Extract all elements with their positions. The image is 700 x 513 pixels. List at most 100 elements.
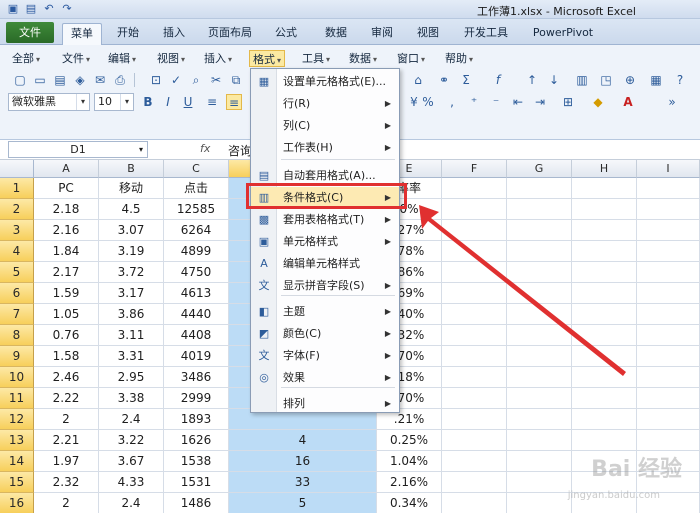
tab-insert[interactable]: 插入 [154, 23, 194, 45]
cell[interactable] [637, 283, 700, 304]
cell[interactable] [572, 220, 637, 241]
email-icon[interactable]: ✉ [92, 72, 108, 88]
cell[interactable]: 3.11 [99, 325, 164, 346]
tab-page-layout[interactable]: 页面布局 [200, 23, 260, 45]
sort-descending-icon[interactable]: ↓ [546, 72, 562, 88]
cell[interactable] [442, 346, 507, 367]
cell[interactable] [572, 325, 637, 346]
cell[interactable]: 4440 [164, 304, 229, 325]
hyperlink-icon[interactable]: ⚭ [436, 72, 452, 88]
cell[interactable]: 3.31 [99, 346, 164, 367]
cell[interactable]: 1626 [164, 430, 229, 451]
spell-check-icon[interactable]: ✓ [168, 72, 184, 88]
column-header[interactable]: G [507, 160, 572, 178]
borders-icon[interactable]: ⊞ [560, 94, 576, 110]
cell[interactable]: 2.46 [34, 367, 99, 388]
menu-all[interactable]: 全部 ▾ [12, 50, 40, 67]
cell[interactable] [637, 241, 700, 262]
cell[interactable]: 1531 [164, 472, 229, 493]
print-preview-icon[interactable]: ⊡ [148, 72, 164, 88]
row-header[interactable]: 9 [0, 346, 34, 367]
tab-view[interactable]: 视图 [408, 23, 448, 45]
cell[interactable]: 1538 [164, 451, 229, 472]
cell[interactable]: 1486 [164, 493, 229, 513]
row-header[interactable]: 6 [0, 283, 34, 304]
cell[interactable] [507, 325, 572, 346]
cell[interactable]: 1.04% [377, 451, 442, 472]
cell[interactable] [572, 388, 637, 409]
cell[interactable]: 1.84 [34, 241, 99, 262]
cut-icon[interactable]: ✂ [208, 72, 224, 88]
cell[interactable]: PC [34, 178, 99, 199]
row-header[interactable]: 11 [0, 388, 34, 409]
cell[interactable]: 4 [229, 430, 377, 451]
cell[interactable]: 3.19 [99, 241, 164, 262]
cell[interactable] [572, 430, 637, 451]
cell[interactable] [507, 304, 572, 325]
cell[interactable]: 3.07 [99, 220, 164, 241]
column-header[interactable]: F [442, 160, 507, 178]
row-header[interactable]: 14 [0, 451, 34, 472]
cell[interactable] [572, 367, 637, 388]
cell[interactable]: 1893 [164, 409, 229, 430]
cell[interactable]: 2.4 [99, 493, 164, 513]
zoom-icon[interactable]: ⊕ [622, 72, 638, 88]
cell[interactable] [572, 241, 637, 262]
cell[interactable]: 2.18 [34, 199, 99, 220]
cell[interactable]: 3.38 [99, 388, 164, 409]
cell[interactable] [637, 178, 700, 199]
decrease-decimal-icon[interactable]: ⁻ [488, 94, 504, 110]
undo-icon[interactable]: ↶ [42, 2, 56, 16]
cell[interactable]: 4.33 [99, 472, 164, 493]
cell[interactable] [507, 367, 572, 388]
cell[interactable]: 2 [34, 493, 99, 513]
format-menu-item[interactable]: 文字体(F) ▶ [251, 345, 399, 367]
row-header[interactable]: 15 [0, 472, 34, 493]
save-icon[interactable]: ▤ [52, 72, 68, 88]
cell[interactable] [507, 283, 572, 304]
menu-help[interactable]: 帮助 ▾ [445, 50, 473, 67]
cell[interactable] [442, 388, 507, 409]
cell[interactable] [442, 472, 507, 493]
tab-menu[interactable]: 菜单 [62, 23, 102, 46]
bold-icon[interactable]: B [140, 94, 156, 110]
column-header[interactable]: B [99, 160, 164, 178]
cell[interactable] [637, 409, 700, 430]
cell[interactable]: 3.72 [99, 262, 164, 283]
row-header[interactable]: 2 [0, 199, 34, 220]
redo-icon[interactable]: ↷ [60, 2, 74, 16]
cell[interactable] [442, 304, 507, 325]
cell[interactable] [442, 241, 507, 262]
cell[interactable]: 2.22 [34, 388, 99, 409]
help-icon[interactable]: ? [672, 72, 688, 88]
cell[interactable] [507, 409, 572, 430]
percent-icon[interactable]: % [420, 94, 436, 110]
format-menu-item[interactable]: ▣ 单元格样式 ▶ [251, 231, 399, 253]
menu-view[interactable]: 视图 ▾ [157, 50, 185, 67]
cell[interactable] [442, 199, 507, 220]
row-header[interactable]: 8 [0, 325, 34, 346]
cell[interactable] [507, 199, 572, 220]
cell[interactable] [637, 304, 700, 325]
cell[interactable] [507, 220, 572, 241]
tab-file[interactable]: 文件 [6, 22, 54, 43]
cell[interactable] [637, 388, 700, 409]
cell[interactable] [442, 367, 507, 388]
column-header[interactable]: H [572, 160, 637, 178]
cell[interactable]: 16 [229, 451, 377, 472]
cell[interactable]: 点击 [164, 178, 229, 199]
cell[interactable] [637, 199, 700, 220]
cell[interactable] [572, 409, 637, 430]
cell[interactable] [442, 220, 507, 241]
cell[interactable] [637, 346, 700, 367]
cell[interactable]: 3.22 [99, 430, 164, 451]
cell[interactable]: 2 [34, 409, 99, 430]
cell[interactable]: 3486 [164, 367, 229, 388]
cell[interactable]: 4613 [164, 283, 229, 304]
cell[interactable] [507, 346, 572, 367]
chart-icon[interactable]: ▥ [574, 72, 590, 88]
cell[interactable]: 0.76 [34, 325, 99, 346]
italic-icon[interactable]: I [160, 94, 176, 110]
menu-file[interactable]: 文件 ▾ [62, 50, 90, 67]
cell[interactable]: 4750 [164, 262, 229, 283]
